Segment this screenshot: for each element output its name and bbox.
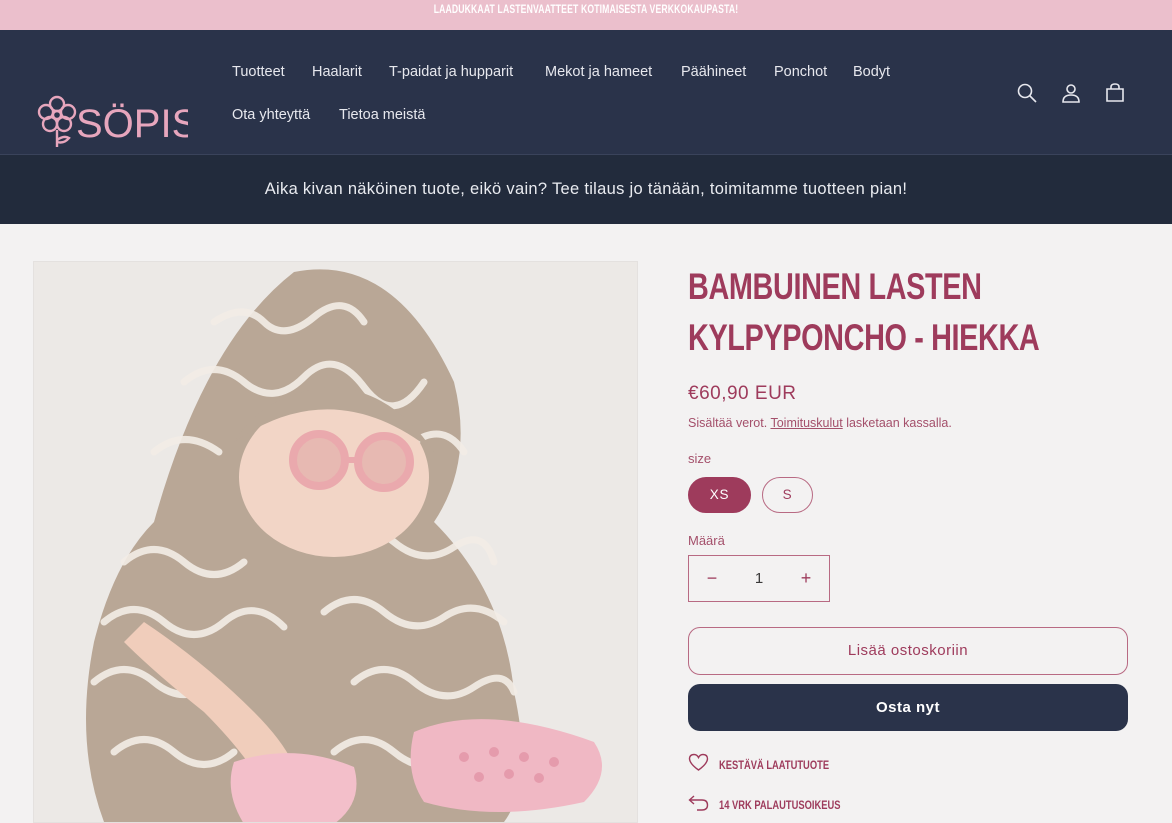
quantity-label: Määrä [688,533,725,548]
nav-tuotteet[interactable]: Tuotteet [232,64,285,80]
size-option-s[interactable]: S [762,477,813,513]
return-arrow-icon [688,794,709,817]
shipping-link[interactable]: Toimituskulut [770,416,842,430]
tax-prefix: Sisältää verot. [688,416,768,430]
tax-suffix: lasketaan kassalla. [846,416,952,430]
quantity-decrease-button[interactable]: − [689,556,735,601]
logo-text: SÖPIS [76,102,188,146]
announcement-text: Laadukkaat lastenvaatteet kotimaisesta v… [164,0,1008,30]
buy-now-button[interactable]: Osta nyt [688,684,1128,731]
quantity-input[interactable]: 1 [735,556,783,601]
tax-note: Sisältää verot. Toimituskulut lasketaan … [688,416,952,430]
nav-tietoa-meista[interactable]: Tietoa meistä [339,107,426,123]
quantity-increase-button[interactable]: + [783,556,829,601]
cart-icon[interactable] [1103,81,1127,105]
nav-ota-yhteytta[interactable]: Ota yhteyttä [232,107,310,123]
size-option-xs[interactable]: XS [688,477,751,513]
account-icon[interactable] [1059,81,1083,105]
nav-ponchot[interactable]: Ponchot [774,64,827,80]
add-to-cart-button[interactable]: Lisää ostoskoriin [688,627,1128,675]
nav-t-paidat[interactable]: T-paidat ja hupparit [389,64,513,80]
nav-haalarit[interactable]: Haalarit [312,64,362,80]
site-header: SÖPIS Tuotteet Haalarit T-paidat ja hupp… [0,30,1172,155]
search-icon[interactable] [1015,81,1039,105]
feature-returns: 14 vrk palautusoikeus [688,793,875,817]
heart-icon [688,753,709,777]
product-photo-illustration [34,262,637,822]
announcement-bar: Laadukkaat lastenvaatteet kotimaisesta v… [0,0,1172,30]
feature-quality-text: Kestävä laatutuote [719,758,830,772]
flower-logo-icon: SÖPIS [37,95,198,147]
product-image[interactable] [33,261,638,823]
size-label: size [688,451,712,466]
product-info: Bambuinen lasten kylpyponcho - Hiekka €6… [688,261,1128,812]
nav-paahineet[interactable]: Päähineet [681,64,746,80]
logo[interactable]: SÖPIS [36,95,198,149]
nav-bodyt[interactable]: Bodyt [853,64,890,80]
nav-mekot[interactable]: Mekot ja hameet [545,64,652,80]
product-title: Bambuinen lasten kylpyponcho - Hiekka [688,266,1040,358]
feature-returns-text: 14 vrk palautusoikeus [719,798,841,812]
promo-banner: Aika kivan näköinen tuote, eikö vain? Te… [0,155,1172,224]
feature-quality: Kestävä laatutuote [688,753,860,777]
quantity-stepper: − 1 + [688,555,830,602]
product-price: €60,90 EUR [688,383,797,404]
